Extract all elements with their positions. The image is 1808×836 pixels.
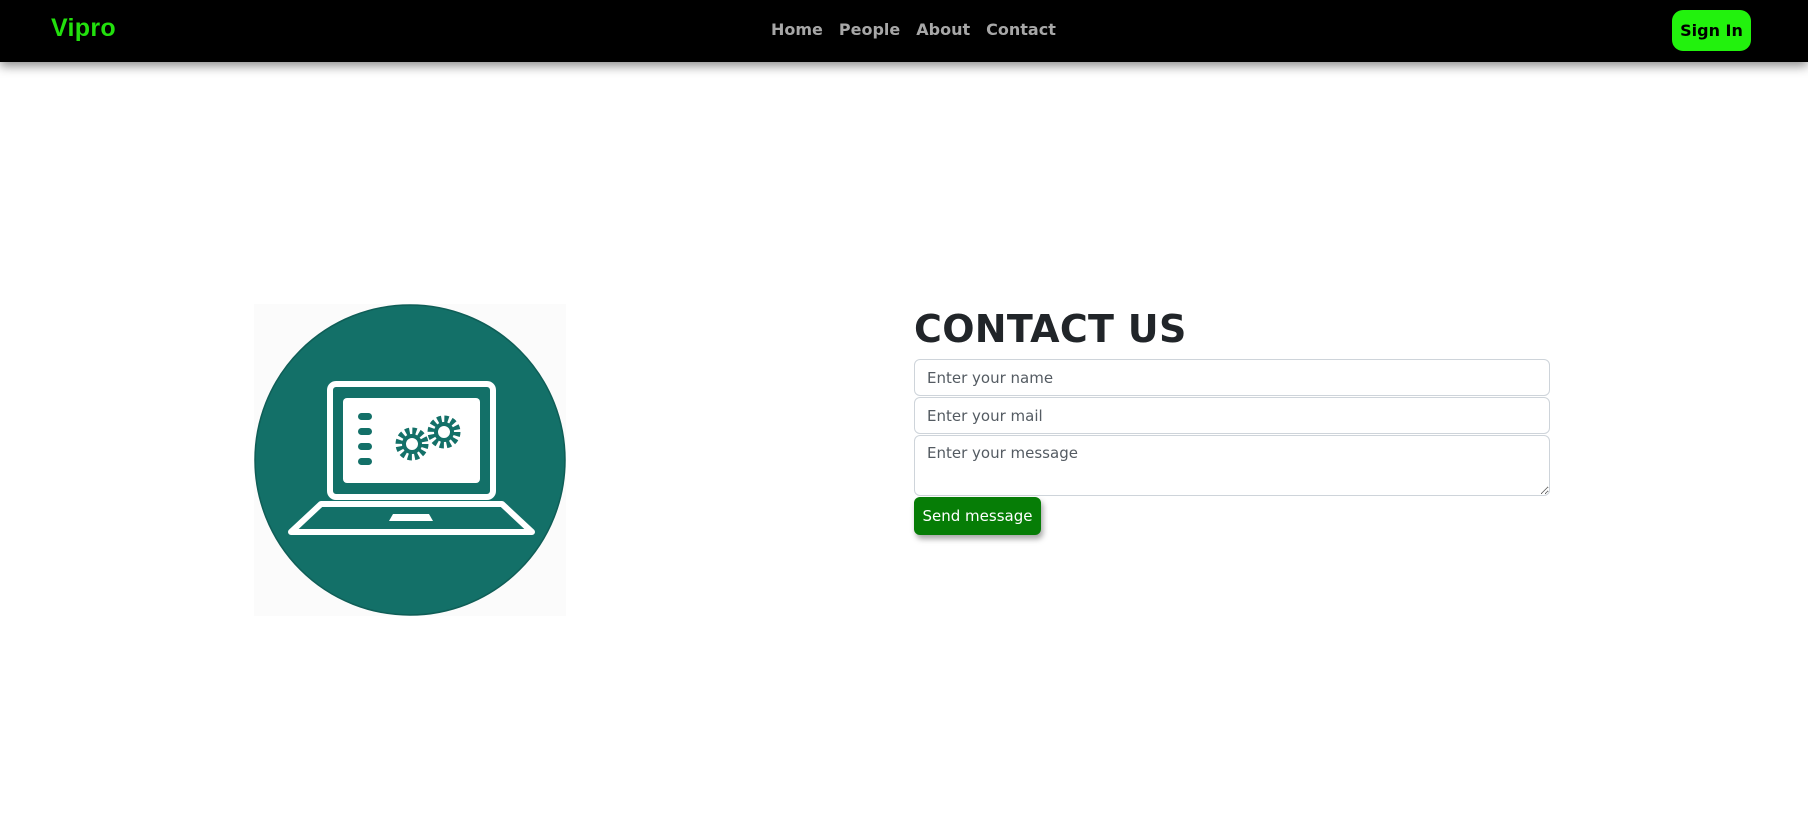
navbar: Vipro Home People About Contact Sign In [0,0,1808,62]
nav-link-about[interactable]: About [916,20,970,39]
nav-link-people[interactable]: People [839,20,900,39]
email-input[interactable] [914,397,1550,434]
contact-title: CONTACT US [914,307,1187,351]
nav-link-home[interactable]: Home [771,20,823,39]
message-textarea[interactable] [914,435,1550,496]
nav-link-contact[interactable]: Contact [986,20,1056,39]
send-message-button[interactable]: Send message [914,497,1041,535]
sign-in-button[interactable]: Sign In [1672,10,1751,51]
contact-form: CONTACT US Send message [914,300,1550,535]
laptop-settings-icon [254,304,566,616]
nav-links: Home People About Contact [771,20,1056,39]
name-input[interactable] [914,359,1550,396]
brand-logo[interactable]: Vipro [51,14,116,43]
